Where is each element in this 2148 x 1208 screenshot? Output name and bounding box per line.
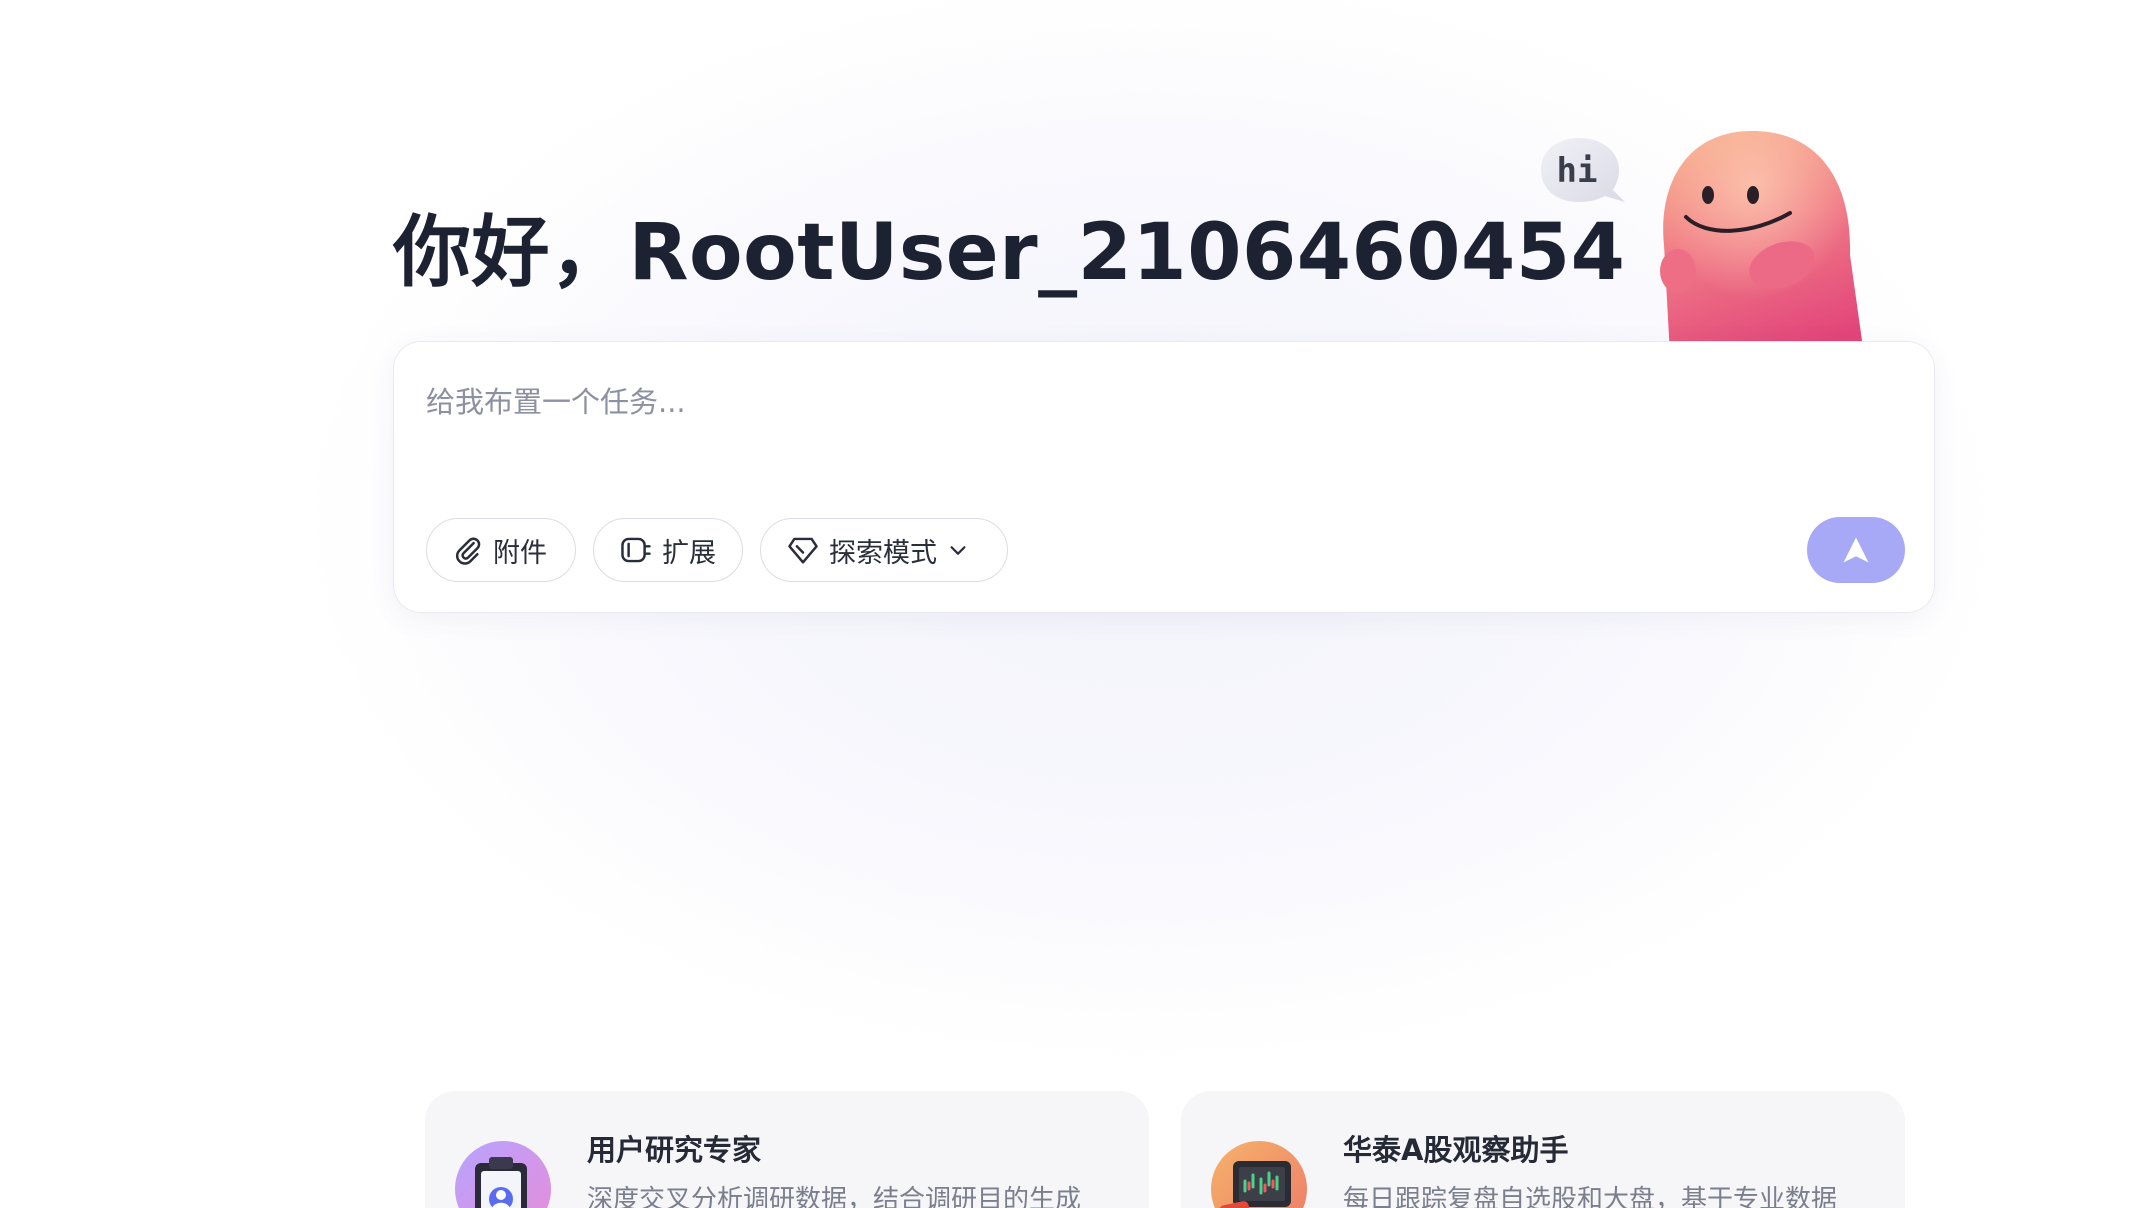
send-button[interactable] [1807,517,1905,583]
greeting-title: 你好，RootUser_2106460454 [393,208,1626,298]
stock-chart-icon [1211,1141,1307,1208]
agent-title: 华泰A股观察助手 [1343,1133,1569,1167]
agent-description: 每日跟踪复盘自选股和大盘，基于专业数据 [1343,1185,1838,1208]
attach-label: 附件 [493,537,547,569]
agent-card-user-research[interactable]: 用户研究专家 深度交叉分析调研数据，结合调研目的生成 [425,1091,1149,1208]
diamond-icon [788,537,818,564]
task-input[interactable] [424,376,1828,428]
mascot [1530,125,1870,341]
mode-label: 探索模式 [829,537,937,569]
paperclip-icon [455,537,481,565]
send-arrow-icon [1843,537,1869,563]
agent-title: 用户研究专家 [587,1133,762,1167]
agent-card-stock-assistant[interactable]: 华泰A股观察助手 每日跟踪复盘自选股和大盘，基于专业数据 [1181,1091,1905,1208]
task-composer: 附件 扩展 探索模式 [393,341,1935,613]
chevron-down-icon [950,546,966,555]
extend-label: 扩展 [662,537,716,569]
agent-avatar [1211,1141,1307,1208]
mode-select[interactable]: 探索模式 [760,518,1008,582]
agent-avatar [455,1141,551,1208]
extend-button[interactable]: 扩展 [593,518,743,582]
agent-description: 深度交叉分析调研数据，结合调研目的生成 [587,1185,1082,1208]
attach-button[interactable]: 附件 [426,518,576,582]
mascot-blob-icon [1660,131,1863,341]
plugin-icon [621,537,651,563]
clipboard-user-icon [455,1141,551,1208]
